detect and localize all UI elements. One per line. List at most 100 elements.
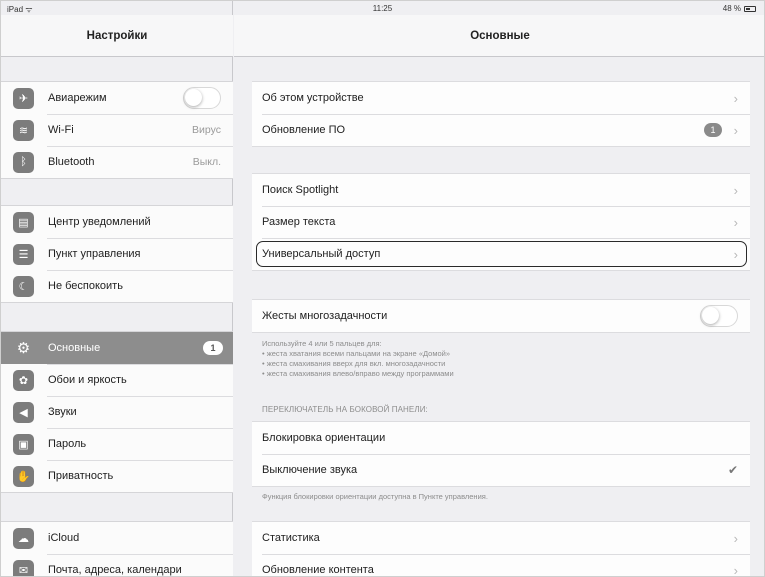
about-device-row[interactable]: Об этом устройстве › xyxy=(252,82,750,114)
sidebar-item-icloud[interactable]: ☁ iCloud xyxy=(1,522,233,554)
note-line: Используйте 4 или 5 пальцев для: xyxy=(262,339,382,348)
main-group-about: Об этом устройстве › Обновление ПО 1 › xyxy=(252,81,750,147)
sidebar-group-connectivity: ✈ Авиарежим ≋ Wi-Fi Вирус ᛒ Bluetooth Вы… xyxy=(1,81,233,179)
multitasking-gestures-row: Жесты многозадачности xyxy=(252,300,750,332)
wifi-icon: ≋ xyxy=(13,119,34,141)
notifications-icon: ▤ xyxy=(13,211,34,233)
sidebar-group-accounts: ☁ iCloud ✉ Почта, адреса, календари xyxy=(1,521,233,576)
sidebar-item-label: Не беспокоить xyxy=(48,280,123,292)
sidebar-item-bluetooth[interactable]: ᛒ Bluetooth Выкл. xyxy=(1,146,233,178)
row-label: Блокировка ориентации xyxy=(262,432,386,444)
multitasking-gestures-toggle[interactable] xyxy=(700,305,738,327)
sidebar-item-mail[interactable]: ✉ Почта, адреса, календари xyxy=(1,554,233,576)
wallpaper-icon: ✿ xyxy=(13,369,34,391)
sidebar-item-label: Авиарежим xyxy=(48,92,107,104)
text-size-row[interactable]: Размер текста › xyxy=(252,206,750,238)
sidebar-group-notifications: ▤ Центр уведомлений ☰ Пункт управления ☾… xyxy=(1,205,233,303)
sidebar-item-label: Центр уведомлений xyxy=(48,216,151,228)
sidebar-group-general: ⚙ Основные 1 ✿ Обои и яркость ◀ Звуки ▣ … xyxy=(1,331,233,493)
airplane-mode-toggle[interactable] xyxy=(183,87,221,109)
sidebar-item-wallpaper[interactable]: ✿ Обои и яркость xyxy=(1,364,233,396)
sidebar-item-label: Обои и яркость xyxy=(48,374,127,386)
wifi-network-value: Вирус xyxy=(192,124,221,136)
lock-rotation-row[interactable]: Блокировка ориентации xyxy=(252,422,750,454)
lock-icon: ▣ xyxy=(13,433,34,455)
checkmark-icon: ✔ xyxy=(727,463,738,477)
general-badge: 1 xyxy=(203,341,223,355)
mute-row[interactable]: Выключение звука ✔ xyxy=(252,454,750,486)
sidebar-item-wifi[interactable]: ≋ Wi-Fi Вирус xyxy=(1,114,233,146)
battery-indicator: 48 % xyxy=(723,4,756,13)
general-settings-pane: Основные Об этом устройстве › Обновление… xyxy=(234,1,764,577)
speaker-icon: ◀ xyxy=(13,401,34,423)
chevron-right-icon: › xyxy=(733,122,738,138)
mail-icon: ✉ xyxy=(13,559,34,576)
row-label: Об этом устройстве xyxy=(262,92,364,104)
moon-icon: ☾ xyxy=(13,275,34,297)
main-group-multitasking: Жесты многозадачности xyxy=(252,299,750,333)
sidebar-title: Настройки xyxy=(1,15,233,57)
sidebar-item-passcode[interactable]: ▣ Пароль xyxy=(1,428,233,460)
sidebar-item-notification-center[interactable]: ▤ Центр уведомлений xyxy=(1,206,233,238)
gear-icon: ⚙ xyxy=(16,340,31,357)
sidebar-item-label: Пункт управления xyxy=(48,248,141,260)
battery-percent: 48 % xyxy=(722,4,741,13)
sidebar-item-label: Основные xyxy=(48,342,101,354)
row-label: Универсальный доступ xyxy=(262,248,381,260)
cloud-icon: ☁ xyxy=(13,527,34,549)
sidebar-item-label: Почта, адреса, календари xyxy=(48,564,182,576)
chevron-right-icon: › xyxy=(733,90,738,106)
row-label: Статистика xyxy=(262,532,320,544)
chevron-right-icon: › xyxy=(733,182,738,198)
usage-row[interactable]: Статистика › xyxy=(252,522,750,554)
sidebar-item-label: Bluetooth xyxy=(48,156,95,168)
sidebar-item-label: iCloud xyxy=(48,532,80,544)
chevron-right-icon: › xyxy=(733,246,738,262)
spotlight-search-row[interactable]: Поиск Spotlight › xyxy=(252,174,750,206)
chevron-right-icon: › xyxy=(733,562,738,577)
clock: 11:25 xyxy=(372,4,393,13)
note-line: • жеста смахивания влево/вправо между пр… xyxy=(262,369,454,378)
multitasking-note: Используйте 4 или 5 пальцев для: • жеста… xyxy=(262,339,742,379)
toggle-knob xyxy=(185,89,202,106)
main-group-usage: Статистика › Обновление контента › xyxy=(252,521,750,577)
main-group-side-switch: Блокировка ориентации Выключение звука ✔ xyxy=(252,421,750,487)
note-line: • жеста смахивания вверх для вкл. многоз… xyxy=(262,359,446,368)
chevron-right-icon: › xyxy=(733,530,738,546)
side-switch-header: ПЕРЕКЛЮЧАТЕЛЬ НА БОКОВОЙ ПАНЕЛИ: xyxy=(262,405,428,414)
row-label: Обновление ПО xyxy=(262,124,346,136)
bluetooth-status-value: Выкл. xyxy=(192,156,221,168)
ipad-screen: Настройки ✈ Авиарежим ≋ Wi-Fi Вирус ᛒ Bl… xyxy=(0,0,765,577)
control-center-icon: ☰ xyxy=(13,243,34,265)
accessibility-row[interactable]: Универсальный доступ › xyxy=(252,238,750,270)
sidebar-item-general[interactable]: ⚙ Основные 1 xyxy=(1,332,233,364)
sidebar-item-label: Звуки xyxy=(48,406,77,418)
battery-icon xyxy=(744,5,756,12)
update-badge: 1 xyxy=(704,123,722,137)
row-label: Поиск Spotlight xyxy=(262,184,339,196)
row-label: Жесты многозадачности xyxy=(262,310,388,322)
software-update-row[interactable]: Обновление ПО 1 › xyxy=(252,114,750,146)
sidebar-item-privacy[interactable]: ✋ Приватность xyxy=(1,460,233,492)
chevron-right-icon: › xyxy=(733,214,738,230)
side-switch-note: Функция блокировки ориентации доступна в… xyxy=(262,492,488,501)
sidebar-item-label: Пароль xyxy=(48,438,87,450)
sidebar-item-sounds[interactable]: ◀ Звуки xyxy=(1,396,233,428)
toggle-knob xyxy=(702,307,719,324)
sidebar-item-do-not-disturb[interactable]: ☾ Не беспокоить xyxy=(1,270,233,302)
background-refresh-row[interactable]: Обновление контента › xyxy=(252,554,750,577)
status-bar: iPad ᯤ 11:25 48 % xyxy=(1,1,764,15)
sidebar-item-label: Wi-Fi xyxy=(48,124,74,136)
sidebar-item-label: Приватность xyxy=(48,470,114,482)
row-label: Размер текста xyxy=(262,216,336,228)
sidebar-item-airplane-mode: ✈ Авиарежим xyxy=(1,82,233,114)
sidebar-item-control-center[interactable]: ☰ Пункт управления xyxy=(1,238,233,270)
row-label: Выключение звука xyxy=(262,464,358,476)
row-label: Обновление контента xyxy=(262,564,374,576)
hand-icon: ✋ xyxy=(13,465,34,487)
note-line: • жеста хватания всеми пальцами на экран… xyxy=(262,349,451,358)
bluetooth-icon: ᛒ xyxy=(13,151,34,173)
main-group-display: Поиск Spotlight › Размер текста › Универ… xyxy=(252,173,750,271)
airplane-icon: ✈ xyxy=(13,87,34,109)
settings-sidebar: Настройки ✈ Авиарежим ≋ Wi-Fi Вирус ᛒ Bl… xyxy=(1,1,233,576)
